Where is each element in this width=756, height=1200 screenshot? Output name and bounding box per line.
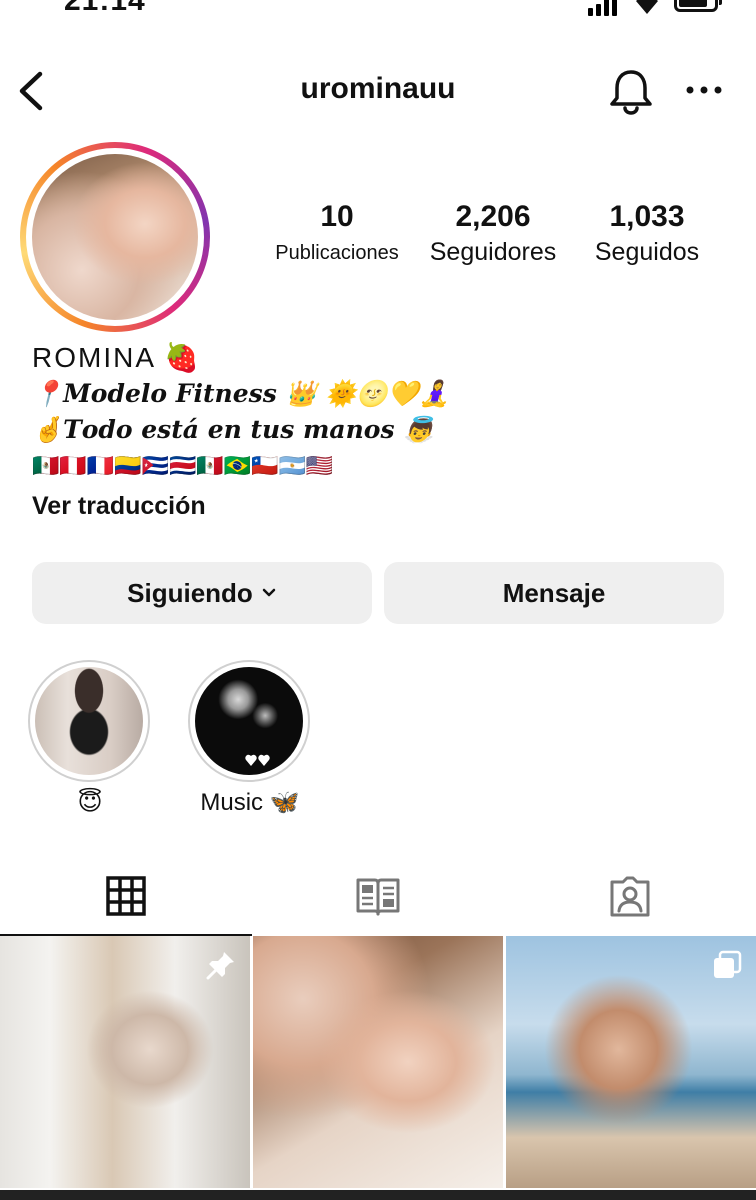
following-button-label: Siguiendo bbox=[127, 577, 253, 608]
avatar-frame bbox=[26, 148, 204, 326]
profile-header: urominauu bbox=[0, 58, 756, 124]
posts-grid bbox=[0, 936, 756, 1200]
bio-flags: 🇲🇽🇵🇪🇫🇷🇨🇴🇨🇺🇨🇷🇲🇽🇧🇷🇨🇱🇦🇷🇺🇸 bbox=[32, 453, 334, 478]
tagged-person-icon bbox=[610, 876, 650, 917]
grid-icon bbox=[106, 876, 146, 916]
chevron-down-icon bbox=[262, 588, 276, 597]
followers-count-label: Seguidores bbox=[429, 238, 557, 266]
message-button[interactable]: Mensaje bbox=[384, 562, 724, 624]
tab-posts-grid[interactable] bbox=[0, 858, 252, 936]
post-thumbnail[interactable] bbox=[0, 936, 250, 1188]
story-highlight[interactable]: 😇 bbox=[28, 660, 152, 817]
profile-avatar-story-ring[interactable] bbox=[20, 142, 210, 332]
status-time: 21:14 bbox=[64, 0, 146, 17]
following-count[interactable]: 1,033 Seguidos bbox=[572, 200, 722, 267]
pinned-icon bbox=[206, 952, 234, 980]
highlight-caption: 😇 bbox=[77, 789, 103, 816]
battery-nub bbox=[719, 0, 722, 5]
see-translation-link[interactable]: Ver traducción bbox=[32, 488, 732, 524]
profile-stats: 10 Publicaciones 2,206 Seguidores 1,033 … bbox=[262, 200, 722, 280]
following-button[interactable]: Siguiendo bbox=[32, 562, 372, 624]
highlight-ring[interactable] bbox=[188, 660, 310, 782]
highlight-caption: Music 🦋 bbox=[200, 789, 300, 816]
highlight-cover-image bbox=[195, 667, 303, 775]
guides-icon bbox=[356, 878, 400, 916]
story-highlight[interactable]: Music 🦋 bbox=[188, 660, 312, 817]
hearts-icon bbox=[245, 754, 270, 766]
more-options-icon[interactable] bbox=[680, 70, 728, 110]
post-thumbnail[interactable] bbox=[506, 936, 756, 1188]
carousel-icon bbox=[714, 950, 742, 978]
cellular-signal-icon bbox=[588, 0, 617, 16]
profile-avatar bbox=[32, 154, 198, 320]
profile-bio: ROMINA 🍓 📍𝑴𝒐𝒅𝒆𝒍𝒐 𝑭𝒊𝒕𝒏𝒆𝒔𝒔 👑 🌞🌝💛🧘‍♀️ 🤞𝑻𝒐𝒅𝒐… bbox=[32, 340, 732, 524]
profile-display-name: ROMINA 🍓 bbox=[32, 342, 202, 373]
bio-line-2: 🤞𝑻𝒐𝒅𝒐 𝒆𝒔𝒕á 𝒆𝒏 𝒕𝒖𝒔 𝒎𝒂𝒏𝒐𝒔 👼 bbox=[32, 415, 435, 444]
highlight-cover-image bbox=[35, 667, 143, 775]
wifi-icon bbox=[636, 0, 658, 14]
profile-tabs bbox=[0, 858, 756, 936]
tab-tagged[interactable] bbox=[504, 858, 756, 936]
post-thumbnail[interactable] bbox=[253, 936, 503, 1188]
message-button-label: Mensaje bbox=[502, 577, 606, 608]
tab-guides[interactable] bbox=[252, 858, 504, 936]
following-count-label: Seguidos bbox=[594, 238, 700, 266]
posts-count[interactable]: 10 Publicaciones bbox=[262, 200, 412, 265]
following-count-value: 1,033 bbox=[609, 200, 685, 233]
posts-count-label: Publicaciones bbox=[275, 242, 399, 264]
notification-bell-icon[interactable] bbox=[606, 66, 656, 116]
bio-line-1: 📍𝑴𝒐𝒅𝒆𝒍𝒐 𝑭𝒊𝒕𝒏𝒆𝒔𝒔 👑 🌞🌝💛🧘‍♀️ bbox=[32, 379, 450, 408]
next-row-thumbnails bbox=[0, 1190, 756, 1200]
followers-count-value: 2,206 bbox=[455, 200, 531, 233]
battery-icon bbox=[674, 0, 718, 12]
posts-count-value: 10 bbox=[320, 200, 354, 233]
status-bar: 21:14 bbox=[0, 0, 756, 22]
highlight-ring[interactable] bbox=[28, 660, 150, 782]
followers-count[interactable]: 2,206 Seguidores bbox=[418, 200, 568, 267]
